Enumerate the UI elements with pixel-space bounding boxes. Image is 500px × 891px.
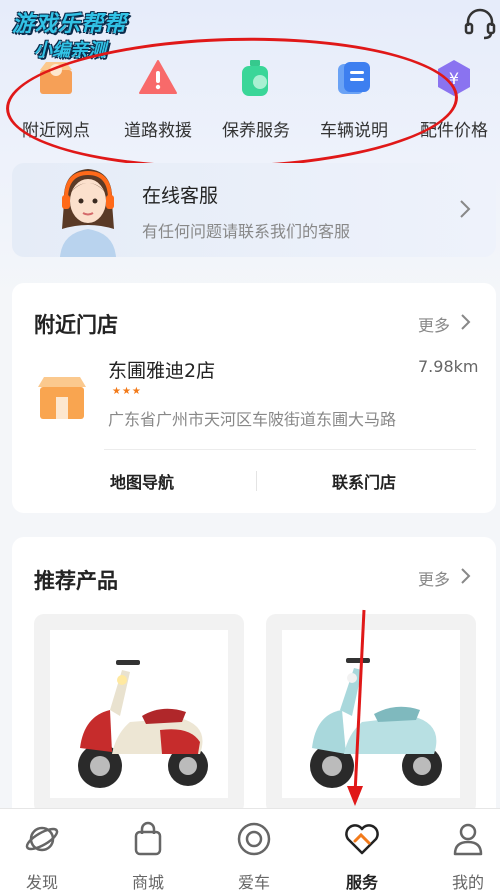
bag-icon xyxy=(134,821,162,856)
tab-service[interactable]: 服务 xyxy=(312,809,412,891)
map-navigation-button[interactable]: 地图导航 xyxy=(110,469,174,493)
online-customer-service[interactable]: 在线客服 有任何问题请联系我们的客服 xyxy=(12,163,496,257)
chevron-right-icon xyxy=(460,200,471,218)
product-image xyxy=(282,630,460,798)
nearby-stores-card: 附近门店 更多 东圃雅迪2店 ★★★ 广东省广州市天河区车陂街道东圃大马路 7.… xyxy=(12,283,496,513)
tab-label: 爱车 xyxy=(237,873,270,891)
recommended-products-card: 推荐产品 更多 xyxy=(12,537,496,827)
tab-mall[interactable]: 商城 xyxy=(98,809,198,891)
watermark-line1: 游戏乐帮帮 xyxy=(12,12,128,37)
heart-handshake-icon xyxy=(345,824,379,855)
product-image xyxy=(50,630,228,798)
product-card[interactable] xyxy=(266,614,476,814)
tab-label: 服务 xyxy=(345,873,378,891)
store-address: 广东省广州市天河区车陂街道东圃大马路 xyxy=(108,410,397,429)
scooter-blue-image xyxy=(310,658,442,788)
tab-label: 商城 xyxy=(131,873,164,891)
recommend-title: 推荐产品 xyxy=(34,569,118,593)
target-icon xyxy=(237,822,271,856)
planet-icon xyxy=(25,826,59,852)
agent-avatar xyxy=(60,169,116,257)
tab-my-car[interactable]: 爱车 xyxy=(204,809,304,891)
divider xyxy=(104,449,476,450)
cs-subtitle: 有任何问题请联系我们的客服 xyxy=(142,222,351,241)
divider xyxy=(256,471,257,491)
store-name[interactable]: 东圃雅迪2店 xyxy=(108,356,215,383)
product-card[interactable] xyxy=(34,614,244,814)
tab-mine[interactable]: 我的 xyxy=(418,809,500,891)
store-icon xyxy=(38,377,86,419)
person-icon xyxy=(453,823,483,856)
nearby-more-link[interactable]: 更多 xyxy=(418,312,450,336)
tab-label: 我的 xyxy=(451,873,484,891)
store-distance: 7.98km xyxy=(418,357,479,376)
bottom-tab-bar: 发现 商城 爱车 服务 我的 xyxy=(0,808,500,891)
chevron-right-icon[interactable] xyxy=(460,567,472,585)
recommend-more-link[interactable]: 更多 xyxy=(418,566,450,590)
store-rating: ★★★ xyxy=(112,386,142,397)
nearby-title: 附近门店 xyxy=(34,313,118,337)
cs-title: 在线客服 xyxy=(142,185,219,207)
tab-label: 发现 xyxy=(25,873,58,891)
headset-icon[interactable] xyxy=(462,6,498,42)
scooter-red-image xyxy=(78,660,208,788)
tab-discover[interactable]: 发现 xyxy=(0,809,92,891)
chevron-right-icon[interactable] xyxy=(460,313,472,331)
contact-store-button[interactable]: 联系门店 xyxy=(332,469,396,493)
